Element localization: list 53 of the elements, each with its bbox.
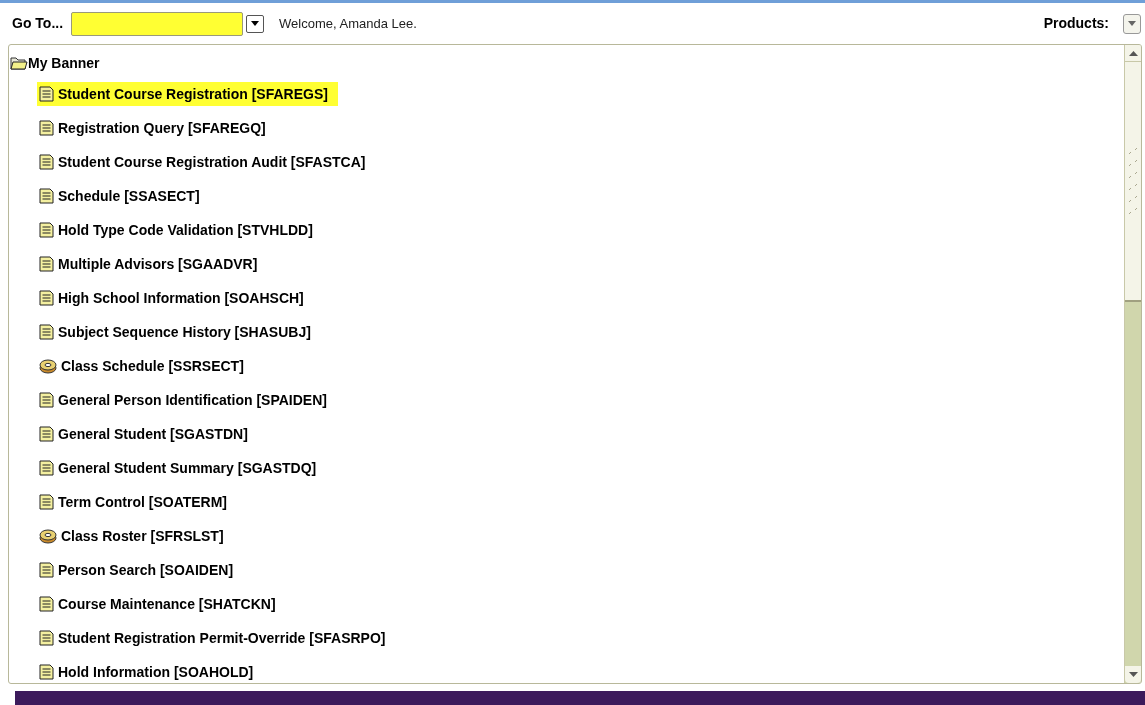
disc-stack-icon xyxy=(39,358,57,374)
document-icon xyxy=(39,188,54,204)
document-icon xyxy=(39,324,54,340)
tree-item[interactable]: Course Maintenance [SHATCKN] xyxy=(37,592,286,616)
tree-item[interactable]: Registration Query [SFAREGQ] xyxy=(37,116,276,140)
scroll-up-button[interactable] xyxy=(1125,45,1141,62)
document-icon xyxy=(39,392,54,408)
document-icon xyxy=(39,256,54,272)
tree-item[interactable]: Subject Sequence History [SHASUBJ] xyxy=(37,320,321,344)
tree-item[interactable]: Class Roster [SFRSLST] xyxy=(37,524,234,548)
disc-stack-icon xyxy=(39,528,57,544)
document-icon xyxy=(39,460,54,476)
document-icon xyxy=(39,664,54,680)
document-icon xyxy=(39,630,54,646)
products-label: Products: xyxy=(1043,14,1109,33)
scrollbar[interactable] xyxy=(1124,45,1141,683)
document-icon xyxy=(39,596,54,612)
goto-field[interactable] xyxy=(71,11,244,36)
scroll-thumb[interactable] xyxy=(1125,62,1141,302)
tree-item[interactable]: Hold Information [SOAHOLD] xyxy=(37,660,264,683)
tree-item[interactable]: General Person Identification [SPAIDEN] xyxy=(37,388,337,412)
goto-label: Go To... xyxy=(12,14,64,33)
tree-item[interactable]: Person Search [SOAIDEN] xyxy=(37,558,244,582)
tree-item[interactable]: General Student [SGASTDN] xyxy=(37,422,258,446)
document-icon xyxy=(39,222,54,238)
tree-root-item[interactable]: My Banner xyxy=(9,49,1124,77)
tree-item[interactable]: Student Course Registration [SFAREGS] xyxy=(37,82,338,106)
open-folder-icon xyxy=(10,56,28,70)
tree-item[interactable]: General Student Summary [SGASTDQ] xyxy=(37,456,327,480)
tree-item[interactable]: Student Registration Permit-Override [SFASRPO] xyxy=(37,626,396,650)
document-icon xyxy=(39,120,54,136)
tree-item[interactable]: Student Course Registration Audit [SFASTCA] xyxy=(37,150,376,174)
down-arrow-icon xyxy=(1128,672,1138,677)
dropdown-button[interactable] xyxy=(246,14,265,33)
document-icon xyxy=(39,290,54,306)
tree-item[interactable]: Multiple Advisors [SGAADVR] xyxy=(37,252,268,276)
document-icon xyxy=(39,426,54,442)
welcome-text: Welcome, Amanda Lee. xyxy=(279,14,417,33)
tree-item[interactable]: Hold Type Code Validation [STVHLDD] xyxy=(37,218,323,242)
document-icon xyxy=(39,86,54,102)
products-dropdown-button[interactable] xyxy=(1123,13,1141,34)
up-arrow-icon xyxy=(1128,50,1138,56)
tree-item[interactable]: Schedule [SSASECT] xyxy=(37,184,210,208)
document-icon xyxy=(39,562,54,578)
caret-icon xyxy=(1128,21,1136,26)
scroll-down-button[interactable] xyxy=(1125,666,1141,683)
caret-icon xyxy=(251,21,260,26)
document-icon xyxy=(39,154,54,170)
tree-item[interactable]: Term Control [SOATERM] xyxy=(37,490,238,514)
tree-item[interactable]: Class Schedule [SSRSECT] xyxy=(37,354,254,378)
tree-item[interactable]: High School Information [SOAHSCH] xyxy=(37,286,314,310)
grip-icon xyxy=(1127,146,1139,216)
document-icon xyxy=(39,494,54,510)
